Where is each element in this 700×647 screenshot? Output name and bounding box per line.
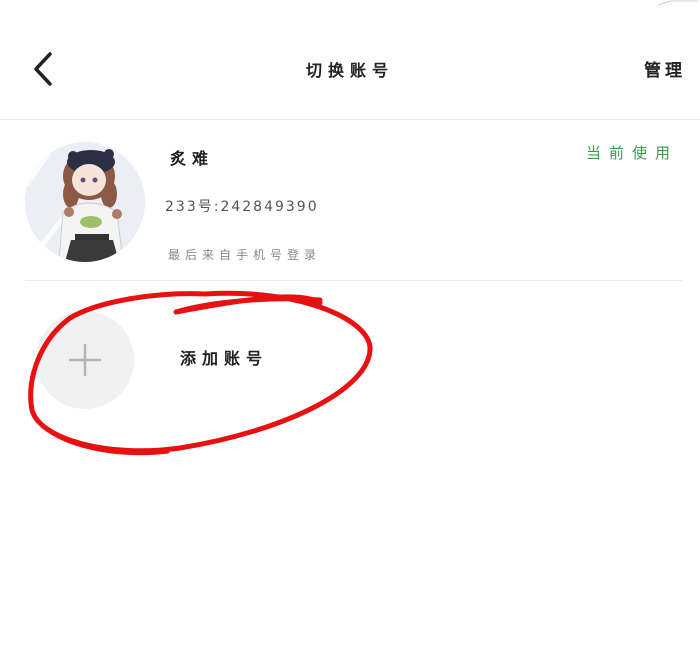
account-nickname: 炙难	[170, 149, 215, 168]
current-account-item[interactable]: 炙难 233号:242849390 最后来自手机号登录 当前使用	[25, 130, 682, 281]
last-login-note: 最后来自手机号登录	[168, 248, 322, 262]
add-account-circle	[36, 311, 134, 409]
page-title: 切换账号	[305, 61, 394, 80]
switch-account-page: 切换账号 管理 炙难 233号:242849390 最后来自手机号登录 当前使用…	[0, 0, 700, 647]
avatar	[25, 142, 145, 262]
manage-button[interactable]: 管理	[644, 56, 686, 81]
add-account-button[interactable]: 添加账号	[36, 311, 436, 411]
current-in-use-badge: 当前使用	[585, 144, 678, 162]
plus-icon	[68, 343, 102, 377]
account-id: 233号:242849390	[165, 199, 319, 215]
header-bar: 切换账号 管理	[0, 0, 700, 120]
add-account-label: 添加账号	[180, 349, 269, 368]
